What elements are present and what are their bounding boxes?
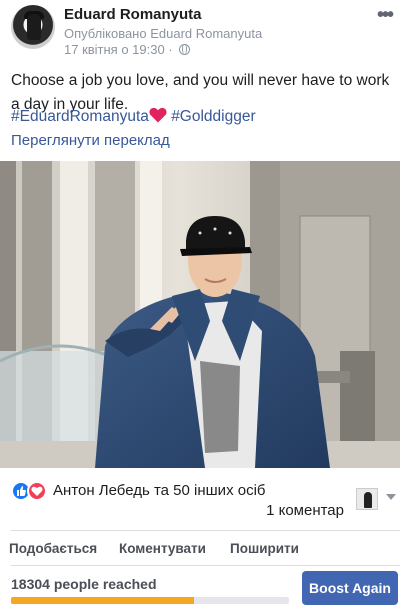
boost-again-button[interactable]: Boost Again	[302, 571, 398, 605]
post-header: Eduard Romanyuta Опубліковано Eduard Rom…	[0, 0, 400, 62]
reach-progress-fill	[11, 597, 195, 604]
boost-section: 18304 people reached Boost Again	[0, 568, 400, 614]
hashtag-eduardromanyuta[interactable]: #EduardRomanyuta	[11, 108, 149, 125]
author-name[interactable]: Eduard Romanyuta	[64, 6, 202, 23]
hashtags: #EduardRomanyuta #Golddigger	[11, 107, 256, 127]
comment-count[interactable]: 1 коментар	[266, 502, 344, 519]
reaction-icons[interactable]	[11, 481, 49, 501]
published-by-label: Опубліковано Eduard Romanyuta	[64, 26, 263, 41]
divider	[11, 530, 400, 531]
more-options-icon[interactable]: •••	[377, 5, 394, 25]
love-icon	[27, 481, 47, 501]
reach-progress-bar	[11, 597, 289, 604]
reaction-summary[interactable]: Антон Лебедь та 50 інших осіб	[53, 482, 266, 499]
chevron-down-icon[interactable]	[386, 494, 396, 500]
hashtag-golddigger[interactable]: #Golddigger	[171, 108, 255, 125]
post-actions: Подобається Коментувати Поширити	[0, 535, 400, 563]
author-avatar[interactable]	[11, 5, 55, 49]
people-reached: 18304 people reached	[11, 576, 157, 592]
see-translation-link[interactable]: Переглянути переклад	[11, 132, 170, 149]
post-photo-graphic	[0, 161, 400, 468]
red-heart-icon	[149, 107, 167, 123]
globe-icon	[179, 44, 191, 55]
meta-separator: ·	[168, 42, 173, 57]
comment-button[interactable]: Коментувати	[119, 541, 206, 556]
divider	[11, 565, 400, 566]
like-button[interactable]: Подобається	[9, 541, 97, 556]
post-meta: 17 квітня о 19:30 ·	[64, 42, 191, 57]
share-button[interactable]: Поширити	[230, 541, 299, 556]
viewer-avatar[interactable]	[356, 488, 378, 510]
post-timestamp[interactable]: 17 квітня о 19:30	[64, 42, 165, 57]
reactions-bar: Антон Лебедь та 50 інших осіб 1 коментар	[0, 476, 400, 526]
post-photo[interactable]	[0, 161, 400, 468]
